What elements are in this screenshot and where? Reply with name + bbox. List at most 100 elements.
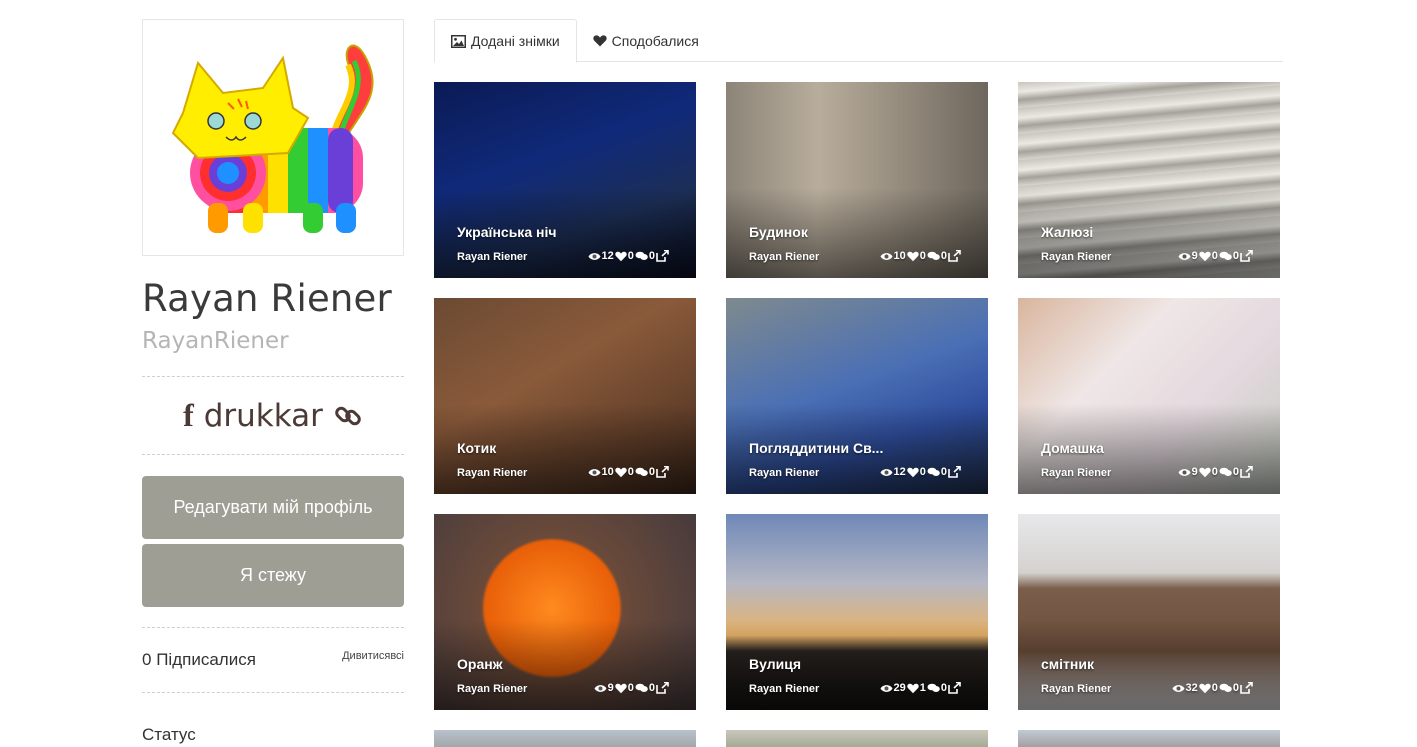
likes-count: 0 — [919, 466, 926, 478]
comments-icon — [635, 251, 648, 260]
divider — [142, 454, 404, 455]
photo-card[interactable]: Погляддитини Св... Rayan Riener 12 0 0 — [726, 298, 988, 494]
views-count: 9 — [1191, 250, 1198, 262]
external-link-icon[interactable] — [656, 250, 669, 262]
photo-author[interactable]: Rayan Riener — [1041, 683, 1111, 695]
heart-icon — [615, 251, 627, 261]
comments-icon — [927, 467, 940, 476]
profile-username: RayanRiener — [142, 328, 289, 354]
profile-name: Rayan Riener — [142, 277, 392, 320]
views-count: 10 — [893, 250, 906, 262]
photo-title[interactable]: Українська ніч — [457, 224, 556, 240]
photo-title[interactable]: Оранж — [457, 656, 503, 672]
photo-author[interactable]: Rayan Riener — [749, 683, 819, 695]
external-link-icon[interactable] — [1240, 466, 1253, 478]
heart-icon — [907, 467, 919, 477]
photo-card[interactable] — [434, 730, 696, 747]
photo-author[interactable]: Rayan Riener — [457, 251, 527, 263]
tab-label: Сподобалися — [611, 32, 699, 49]
likes-count: 1 — [919, 682, 926, 694]
comments-icon — [927, 683, 940, 692]
photo-title[interactable]: Будинок — [749, 224, 808, 240]
tab-added-photos[interactable]: Додані знімки — [434, 19, 577, 63]
photo-author[interactable]: Rayan Riener — [457, 683, 527, 695]
photo-title[interactable]: смітник — [1041, 656, 1094, 672]
photo-card[interactable]: Українська ніч Rayan Riener 12 0 0 — [434, 82, 696, 278]
heart-icon — [907, 683, 919, 693]
eye-icon — [1178, 468, 1191, 476]
photo-stats: 9 0 0 — [1178, 250, 1253, 262]
photo-card[interactable]: Домашка Rayan Riener 9 0 0 — [1018, 298, 1280, 494]
external-link-icon[interactable] — [948, 250, 961, 262]
external-link-icon[interactable] — [656, 466, 669, 478]
heart-icon — [615, 683, 627, 693]
heart-icon — [1199, 251, 1211, 261]
likes-count: 0 — [627, 466, 634, 478]
view-all-subscribers-link[interactable]: Дивитисявсі — [342, 650, 404, 662]
eye-icon — [880, 252, 892, 260]
external-link-icon[interactable] — [1240, 682, 1253, 694]
photo-card[interactable]: Оранж Rayan Riener 9 0 0 — [434, 514, 696, 710]
comments-icon — [1219, 251, 1232, 260]
eye-icon — [1172, 684, 1184, 692]
external-link-icon[interactable] — [1240, 250, 1253, 262]
heart-icon — [592, 34, 607, 46]
comments-count: 0 — [940, 466, 947, 478]
follow-button[interactable]: Я стежу — [142, 544, 404, 607]
photo-stats: 32 0 0 — [1172, 682, 1254, 694]
photo-card[interactable]: Будинок Rayan Riener 10 0 0 — [726, 82, 988, 278]
subscribers-row: 0 Підписалися Дивитисявсі — [142, 628, 404, 692]
subscribers-number: 0 — [142, 650, 152, 669]
views-count: 10 — [601, 466, 614, 478]
external-link-icon[interactable] — [948, 682, 961, 694]
eye-icon — [1178, 252, 1191, 260]
facebook-icon[interactable]: f — [183, 397, 194, 434]
photo-title[interactable]: Вулиця — [749, 656, 801, 672]
photo-title[interactable]: Домашка — [1041, 440, 1104, 456]
comments-count: 0 — [648, 250, 655, 262]
edit-profile-button[interactable]: Редагувати мій профіль — [142, 476, 404, 539]
photo-stats: 9 0 0 — [1178, 466, 1253, 478]
photo-stats: 9 0 0 — [594, 682, 669, 694]
eye-icon — [880, 468, 892, 476]
photo-stats: 10 0 0 — [880, 250, 962, 262]
tab-liked[interactable]: Сподобалися — [577, 19, 715, 62]
photo-card[interactable]: Вулиця Rayan Riener 29 1 0 — [726, 514, 988, 710]
eye-icon — [588, 252, 600, 260]
avatar — [142, 19, 404, 256]
heart-icon — [1199, 683, 1211, 693]
photo-author[interactable]: Rayan Riener — [749, 467, 819, 479]
comments-count: 0 — [648, 466, 655, 478]
external-link-icon[interactable] — [948, 466, 961, 478]
views-count: 12 — [601, 250, 614, 262]
photo-stats: 29 1 0 — [880, 682, 962, 694]
photo-card[interactable]: Котик Rayan Riener 10 0 0 — [434, 298, 696, 494]
photo-title[interactable]: Жалюзі — [1041, 224, 1093, 240]
eye-icon — [594, 684, 607, 692]
views-count: 32 — [1185, 682, 1198, 694]
photo-grid: Українська ніч Rayan Riener 12 0 0 Будин… — [434, 82, 1283, 710]
comments-icon — [1219, 467, 1232, 476]
photo-author[interactable]: Rayan Riener — [749, 251, 819, 263]
photo-title[interactable]: Погляддитини Св... — [749, 440, 883, 456]
eye-icon — [588, 468, 600, 476]
photos-main: Додані знімки Сподобалися Українська ніч… — [434, 19, 1283, 747]
subscribers-count: 0 Підписалися — [142, 650, 256, 670]
photo-title[interactable]: Котик — [457, 440, 496, 456]
photo-card[interactable]: смітник Rayan Riener 32 0 0 — [1018, 514, 1280, 710]
photo-card[interactable]: Жалюзі Rayan Riener 9 0 0 — [1018, 82, 1280, 278]
photo-card[interactable] — [1018, 730, 1280, 747]
status-label: Статус — [142, 725, 196, 744]
photo-author[interactable]: Rayan Riener — [1041, 467, 1111, 479]
subscribers-label: Підписалися — [156, 650, 256, 669]
comments-count: 0 — [1232, 250, 1239, 262]
external-link-icon[interactable] — [656, 682, 669, 694]
heart-icon — [1199, 467, 1211, 477]
social-handle[interactable]: drukkar — [204, 398, 323, 434]
photo-stats: 10 0 0 — [588, 466, 670, 478]
views-count: 12 — [893, 466, 906, 478]
link-icon[interactable] — [333, 401, 363, 431]
photo-card[interactable] — [726, 730, 988, 747]
photo-author[interactable]: Rayan Riener — [1041, 251, 1111, 263]
photo-author[interactable]: Rayan Riener — [457, 467, 527, 479]
